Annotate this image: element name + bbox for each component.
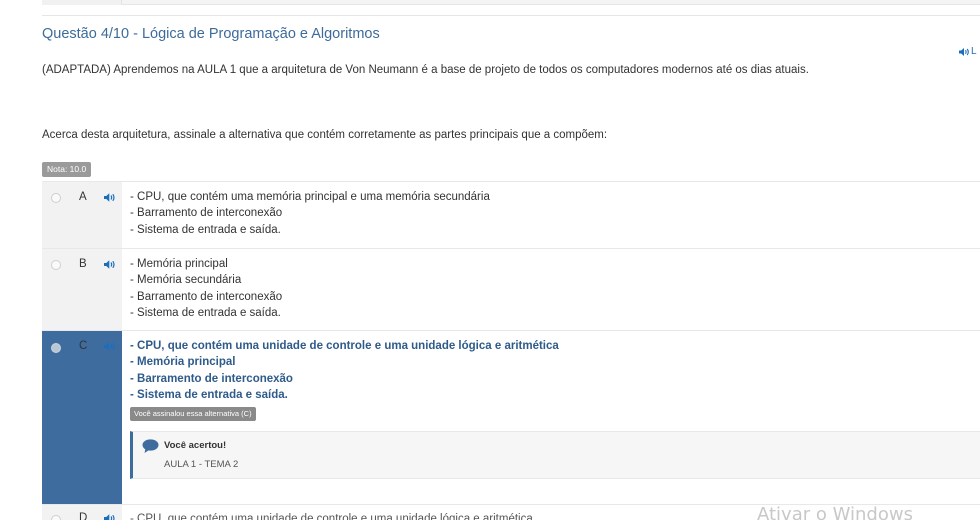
previous-question-strip — [42, 0, 980, 5]
grade-badge: Nota: 10.0 — [42, 162, 92, 177]
selected-alternative-badge: Você assinalou essa alternativa (C) — [130, 407, 256, 421]
speaker-icon[interactable] — [103, 259, 116, 270]
feedback-box: Você acertou! AULA 1 - TEMA 2 — [130, 431, 980, 479]
divider — [42, 248, 980, 249]
option-line: - Barramento de interconexão — [130, 372, 293, 385]
radio-button[interactable] — [51, 515, 61, 520]
option-line: - CPU, que contém uma unidade de control… — [130, 513, 533, 520]
radio-button[interactable] — [51, 193, 61, 203]
option-line: - Sistema de entrada e saída. — [130, 307, 281, 320]
feedback-text: AULA 1 - TEMA 2 — [164, 459, 239, 470]
option-letter: B — [79, 258, 87, 270]
option-c-column[interactable] — [42, 331, 122, 504]
option-line: - Barramento de interconexão — [130, 290, 283, 303]
feedback-title: Você acertou! — [164, 440, 227, 451]
question-prompt: Acerca desta arquitetura, assinale a alt… — [42, 129, 608, 141]
speaker-icon[interactable] — [103, 341, 116, 352]
option-line: - Sistema de entrada e saída. — [130, 389, 288, 402]
question-title: Questão 4/10 - Lógica de Programação e A… — [42, 26, 380, 42]
speaker-icon — [959, 47, 969, 56]
listen-button[interactable]: L — [958, 46, 977, 57]
radio-button-checked[interactable] — [51, 343, 61, 353]
option-b-text[interactable]: - Memória principal - Memória secundária… — [130, 256, 282, 322]
divider — [42, 15, 980, 16]
option-a-text[interactable]: - CPU, que contém uma memória principal … — [130, 189, 490, 238]
divider — [42, 181, 980, 182]
option-line: - CPU, que contém uma memória principal … — [130, 191, 490, 203]
option-letter: A — [79, 191, 87, 203]
option-d-text[interactable]: - CPU, que contém uma unidade de control… — [130, 511, 533, 520]
divider — [42, 330, 980, 331]
option-line: - Sistema de entrada e saída. — [130, 223, 281, 236]
option-c-text[interactable]: - CPU, que contém uma unidade de control… — [130, 338, 559, 404]
option-line: - Barramento de interconexão — [130, 207, 283, 220]
previous-option-column — [42, 0, 122, 5]
option-letter: D — [79, 512, 88, 520]
option-line: - Memória principal — [130, 258, 228, 270]
windows-activation-watermark: Ativar o Windows — [757, 504, 913, 520]
option-line: - Memória secundária — [130, 274, 242, 287]
question-statement: (ADAPTADA) Aprendemos na AULA 1 que a ar… — [42, 64, 809, 76]
option-line: - CPU, que contém uma unidade de control… — [130, 340, 559, 352]
option-letter: C — [79, 340, 88, 352]
speaker-icon[interactable] — [103, 192, 116, 203]
listen-label: L — [971, 46, 977, 57]
option-line: - Memória principal — [130, 356, 236, 369]
comment-icon — [142, 439, 159, 453]
radio-button[interactable] — [51, 260, 61, 270]
speaker-icon[interactable] — [103, 513, 116, 520]
